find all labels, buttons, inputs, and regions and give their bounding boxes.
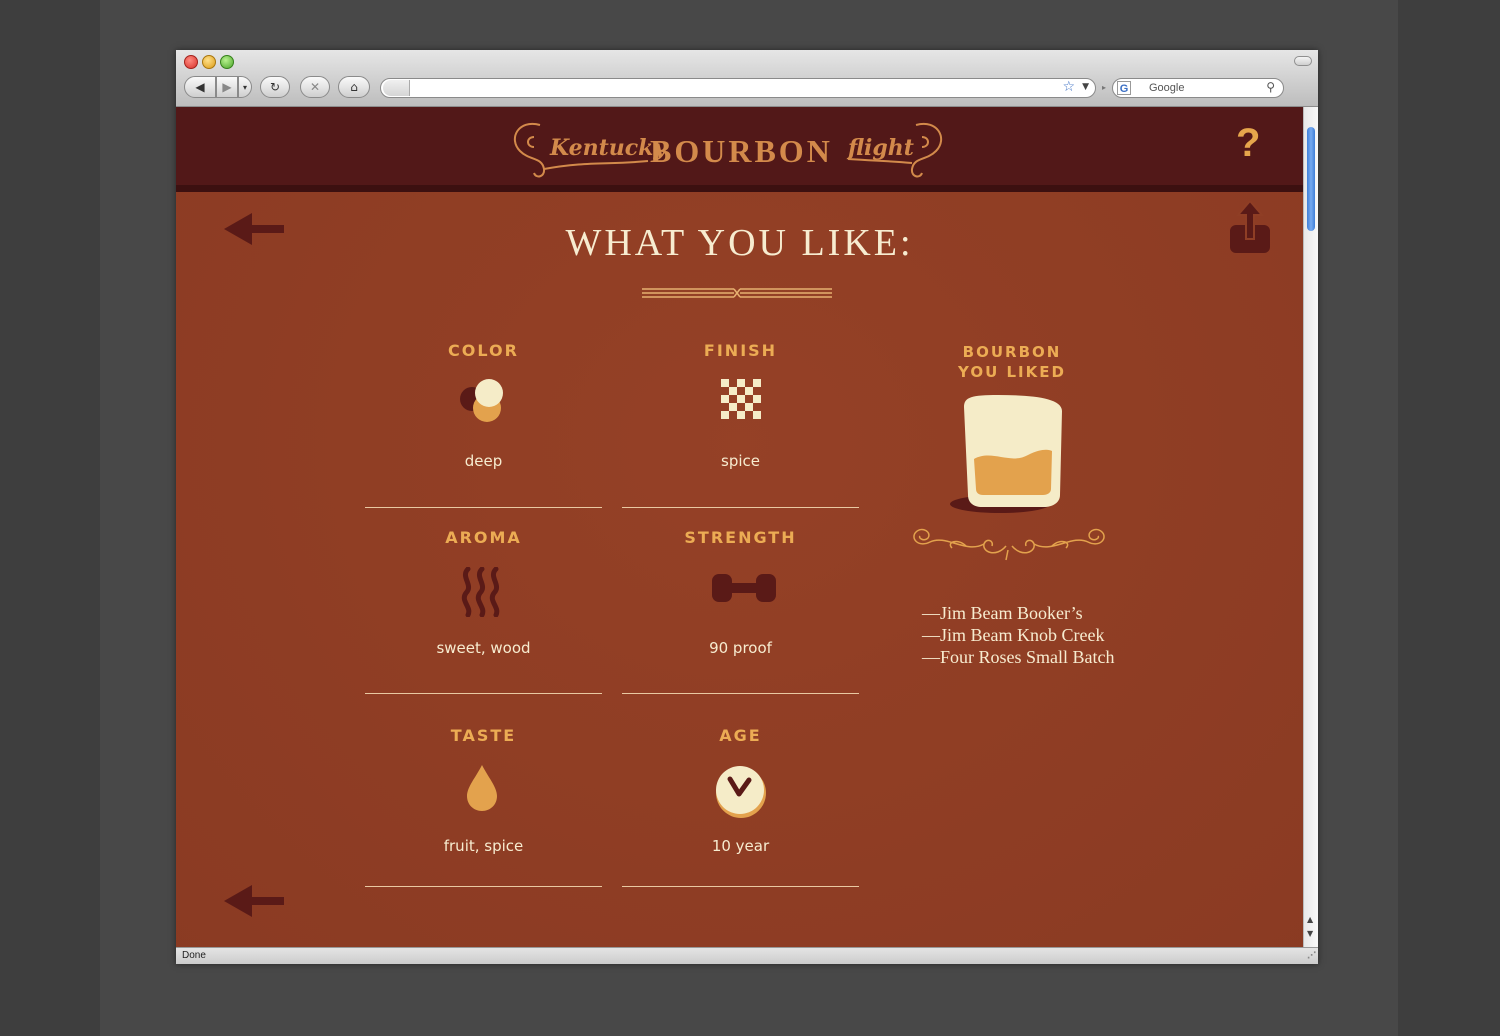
help-button[interactable]: ? <box>1236 121 1260 166</box>
logo-flight-text: flight <box>848 135 914 161</box>
search-placeholder: Google <box>1149 82 1185 94</box>
divider-line <box>622 507 859 508</box>
close-window-button[interactable] <box>184 55 198 69</box>
strength-label: STRENGTH <box>684 528 797 547</box>
logo-bourbon-text: BOURBON <box>650 133 833 169</box>
back-button[interactable]: ◀ <box>184 76 216 98</box>
list-item[interactable]: —Jim Beam Knob Creek <box>922 624 1115 646</box>
finish-value: spice <box>721 452 760 470</box>
finish-label: FINISH <box>703 341 778 360</box>
vertical-scrollbar[interactable]: ▲ ▼ <box>1303 107 1318 947</box>
divider-line <box>365 507 602 508</box>
divider-line <box>622 886 859 887</box>
divider-line <box>622 693 859 694</box>
liked-bourbon-list: —Jim Beam Booker’s —Jim Beam Knob Creek … <box>922 602 1115 668</box>
back-arrow-icon: ◀ <box>195 80 205 94</box>
aroma-value: sweet, wood <box>436 639 531 657</box>
checkerboard-icon <box>721 379 761 424</box>
bookmark-star-icon[interactable]: ☆ <box>1062 79 1075 95</box>
color-value: deep <box>464 452 503 470</box>
scroll-up-icon[interactable]: ▲ <box>1307 915 1313 924</box>
status-text: Done <box>182 950 206 961</box>
strength-value: 90 proof <box>709 639 772 657</box>
backdrop-left <box>0 0 100 1036</box>
reload-button[interactable]: ↻ <box>260 76 290 98</box>
site-identity-icon[interactable] <box>383 80 410 96</box>
ornamental-flourish-icon <box>906 524 1112 569</box>
taste-label: TASTE <box>450 726 517 745</box>
site-logo[interactable]: Kentucky BOURBON flight <box>508 117 948 181</box>
browser-window: ◀ ▶ ▾ ↻ ✕ ⌂ ☆ ▼ ▸ G Google ⚲ Kentucky BO… <box>176 50 1318 964</box>
search-icon[interactable]: ⚲ <box>1266 80 1275 94</box>
forward-button[interactable]: ▶ <box>216 76 238 98</box>
minimize-window-button[interactable] <box>202 55 216 69</box>
liked-title-line2: YOU LIKED <box>958 363 1066 381</box>
age-label: AGE <box>719 726 762 745</box>
age-value: 10 year <box>711 837 770 855</box>
back-arrow-button-bottom[interactable] <box>222 881 286 926</box>
list-item[interactable]: —Four Roses Small Batch <box>922 646 1115 668</box>
site-header: Kentucky BOURBON flight ? <box>176 107 1303 192</box>
left-arrow-icon <box>224 885 284 917</box>
history-dropdown-button[interactable]: ▾ <box>238 76 252 98</box>
browser-toolbar: ◀ ▶ ▾ ↻ ✕ ⌂ ☆ ▼ ▸ G Google ⚲ <box>176 50 1318 107</box>
color-circles-icon <box>458 375 508 430</box>
steam-waves-icon <box>460 566 506 622</box>
search-engine-icon[interactable]: G <box>1117 81 1131 95</box>
bourbon-glass-icon <box>948 393 1068 518</box>
url-dropdown-icon[interactable]: ▼ <box>1082 82 1089 92</box>
aroma-label: AROMA <box>445 528 522 547</box>
chevron-down-icon: ▾ <box>242 82 247 92</box>
divider-line <box>365 693 602 694</box>
scrollbar-thumb[interactable] <box>1307 127 1315 231</box>
color-label: COLOR <box>448 341 519 360</box>
list-item[interactable]: —Jim Beam Booker’s <box>922 602 1115 624</box>
stop-icon: ✕ <box>309 80 321 94</box>
page-title: WHAT YOU LIKE: <box>565 222 914 264</box>
separator-icon: ▸ <box>1102 83 1107 92</box>
taste-value: fruit, spice <box>443 837 524 855</box>
reload-icon: ↻ <box>269 80 281 94</box>
heading-divider <box>642 285 832 306</box>
resize-grip-icon[interactable]: ⋰ <box>1307 951 1316 961</box>
droplet-icon <box>466 763 498 818</box>
page-viewport: Kentucky BOURBON flight ? WHAT YOU LIKE: <box>176 107 1303 947</box>
home-button[interactable]: ⌂ <box>338 76 370 98</box>
stop-button[interactable]: ✕ <box>300 76 330 98</box>
home-icon: ⌂ <box>350 80 358 94</box>
divider-line <box>365 886 602 887</box>
scroll-down-icon[interactable]: ▼ <box>1307 929 1313 938</box>
liked-title-line1: BOURBON <box>962 343 1062 361</box>
logo-kentucky-text: Kentucky <box>550 135 667 161</box>
search-input[interactable]: G Google ⚲ <box>1112 78 1284 98</box>
liked-title: BOURBON YOU LIKED <box>916 342 1108 382</box>
clock-icon <box>714 765 768 824</box>
zoom-window-button[interactable] <box>220 55 234 69</box>
backdrop-right <box>1398 0 1500 1036</box>
dumbbell-icon <box>712 573 776 608</box>
forward-arrow-icon: ▶ <box>222 80 232 94</box>
status-bar: Done ⋰ <box>176 947 1318 964</box>
address-bar[interactable]: ☆ ▼ <box>380 78 1096 98</box>
toolbar-toggle-button[interactable] <box>1294 56 1312 66</box>
